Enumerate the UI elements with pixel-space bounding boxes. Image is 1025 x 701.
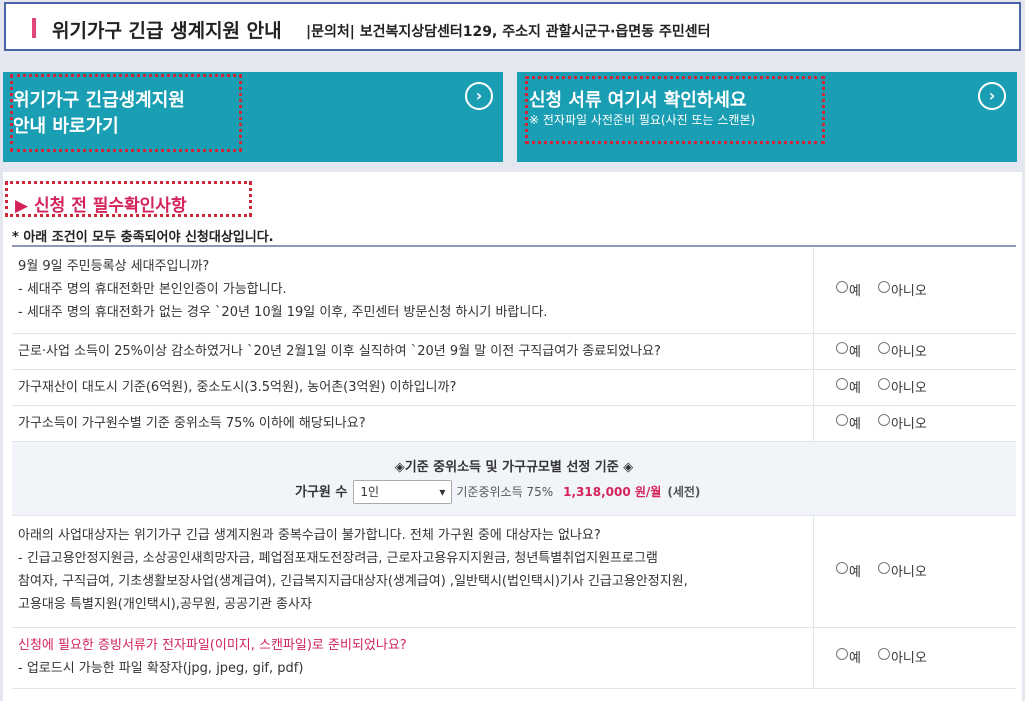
contact-info: |문의처| 보건복지상담센터129, 주소지 관할시군구·읍면동 주민센터 <box>306 24 711 40</box>
radio-circle-icon <box>836 648 848 660</box>
divider <box>813 370 814 405</box>
yes-radio[interactable]: 예 <box>836 561 861 580</box>
divider <box>813 406 814 441</box>
documents-link-title: 신청 서류 여기서 확인하세요 <box>529 90 747 111</box>
divider <box>813 516 814 627</box>
question-row-documents: 신청에 필요한 증빙서류가 전자파일(이미지, 스캔파일)로 준비되었나요? -… <box>12 628 1016 689</box>
chevron-right-circle-icon: › <box>465 82 493 110</box>
divider <box>813 334 814 369</box>
question-row-income-loss: 근로·사업 소득이 25%이상 감소하였거나 `20년 2월1일 이후 실직하여… <box>12 334 1016 370</box>
no-radio[interactable]: 아니오 <box>877 377 927 396</box>
radio-circle-icon <box>836 378 848 390</box>
answer-options: 예 아니오 <box>836 561 927 580</box>
radio-circle-icon <box>877 648 890 660</box>
checklist-panel: ▶ 신청 전 필수확인사항 * 아래 조건이 모두 충족되어야 신청대상입니다.… <box>3 172 1022 701</box>
guide-link-label-line1: 위기가구 긴급생계지원 <box>13 90 185 111</box>
household-size-select[interactable]: 1인 ▾ <box>353 480 453 504</box>
question-text: 신청에 필요한 증빙서류가 전자파일(이미지, 스캔파일)로 준비되었나요? -… <box>18 638 407 676</box>
chevron-right-circle-icon: › <box>978 82 1006 110</box>
income-amount: 1,318,000 원/월 <box>563 484 662 499</box>
chevron-down-icon: ▾ <box>439 485 446 499</box>
answer-options: 예 아니오 <box>836 280 927 299</box>
answer-options: 예 아니오 <box>836 647 927 666</box>
documents-link-button[interactable]: 신청 서류 여기서 확인하세요 ※ 전자파일 사전준비 필요(사진 또는 스캔본… <box>517 72 1017 162</box>
no-radio[interactable]: 아니오 <box>877 561 927 580</box>
question-text: 9월 9일 주민등록상 세대주입니까? - 세대주 명의 휴대전화만 본인인증이… <box>18 259 548 320</box>
no-radio[interactable]: 아니오 <box>877 647 927 666</box>
pretax-note: (세전) <box>667 484 701 499</box>
yes-radio[interactable]: 예 <box>836 280 861 299</box>
yes-radio[interactable]: 예 <box>836 413 861 432</box>
household-size-label: 가구원 수 <box>295 484 348 500</box>
radio-circle-icon <box>877 562 890 574</box>
guide-link-button[interactable]: 위기가구 긴급생계지원 안내 바로가기 › <box>3 72 503 162</box>
checklist-title: ▶ 신청 전 필수확인사항 <box>15 196 187 216</box>
radio-circle-icon <box>877 342 890 354</box>
yes-radio[interactable]: 예 <box>836 647 861 666</box>
question-row-duplicate-benefits: 아래의 사업대상자는 위기가구 긴급 생계지원과 중복수급이 불가합니다. 전체… <box>12 516 1016 628</box>
divider <box>813 628 814 688</box>
page-header: 위기가구 긴급 생계지원 안내 |문의처| 보건복지상담센터129, 주소지 관… <box>4 2 1021 51</box>
income-criteria-title: ◈기준 중위소득 및 가구규모별 선정 기준 ◈ <box>394 460 634 475</box>
radio-circle-icon <box>836 281 848 293</box>
no-radio[interactable]: 아니오 <box>877 341 927 360</box>
answer-options: 예 아니오 <box>836 341 927 360</box>
radio-circle-icon <box>877 378 890 390</box>
median-income-label: 기준중위소득 75% <box>456 484 554 499</box>
yes-radio[interactable]: 예 <box>836 377 861 396</box>
answer-options: 예 아니오 <box>836 413 927 432</box>
radio-circle-icon <box>877 414 890 426</box>
page-title: 위기가구 긴급 생계지원 안내 <box>52 20 282 42</box>
question-row-assets: 가구재산이 대도시 기준(6억원), 중소도시(3.5억원), 농어촌(3억원)… <box>12 370 1016 406</box>
radio-circle-icon <box>836 414 848 426</box>
income-criteria-box: ◈기준 중위소득 및 가구규모별 선정 기준 ◈ 가구원 수 1인 ▾ 기준중위소득 … <box>12 442 1016 516</box>
yes-radio[interactable]: 예 <box>836 341 861 360</box>
answer-options: 예 아니오 <box>836 377 927 396</box>
radio-circle-icon <box>877 281 890 293</box>
divider <box>813 247 814 333</box>
question-text: 근로·사업 소득이 25%이상 감소하였거나 `20년 2월1일 이후 실직하여… <box>18 344 661 359</box>
radio-circle-icon <box>836 562 848 574</box>
no-radio[interactable]: 아니오 <box>877 413 927 432</box>
question-row-household-income: 가구소득이 가구원수별 기준 중위소득 75% 이하에 해당되나요? 예 아니오 <box>12 406 1016 442</box>
documents-link-note: ※ 전자파일 사전준비 필요(사진 또는 스캔본) <box>529 113 756 127</box>
no-radio[interactable]: 아니오 <box>877 280 927 299</box>
question-text: 가구소득이 가구원수별 기준 중위소득 75% 이하에 해당되나요? <box>18 416 366 431</box>
question-row-householder: 9월 9일 주민등록상 세대주입니까? - 세대주 명의 휴대전화만 본인인증이… <box>12 247 1016 334</box>
question-text: 가구재산이 대도시 기준(6억원), 중소도시(3.5억원), 농어촌(3억원)… <box>18 380 457 395</box>
income-criteria-line: 가구원 수 1인 ▾ 기준중위소득 75% 1,318,000 원/월 (세전) <box>295 480 700 504</box>
title-accent-bar <box>32 18 36 38</box>
radio-circle-icon <box>836 342 848 354</box>
condition-note: * 아래 조건이 모두 충족되어야 신청대상입니다. <box>12 230 274 245</box>
question-text: 아래의 사업대상자는 위기가구 긴급 생계지원과 중복수급이 불가합니다. 전체… <box>18 528 688 612</box>
guide-link-label-line2: 안내 바로가기 <box>13 116 119 137</box>
